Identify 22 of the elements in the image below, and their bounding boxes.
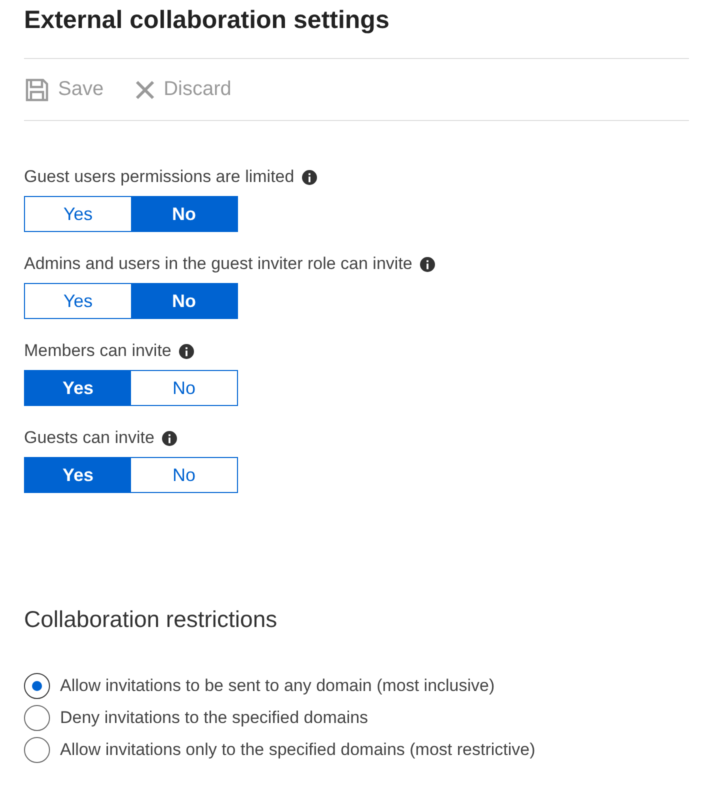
info-icon[interactable] [179, 344, 194, 358]
page-title: External collaboration settings [24, 5, 390, 36]
info-icon[interactable] [162, 430, 178, 446]
toggle-option[interactable]: Yes [25, 458, 131, 492]
radio-label: Allow invitations to be sent to any domain (most inclusive) [60, 676, 495, 696]
radio-button[interactable] [24, 673, 50, 699]
setting-label: Members can invite [24, 341, 172, 361]
save-icon [24, 76, 50, 102]
close-icon [134, 78, 156, 100]
section-heading: Collaboration restrictions [24, 606, 278, 633]
radio-button[interactable] [24, 705, 50, 731]
info-icon[interactable] [420, 256, 436, 272]
toggle-option[interactable]: Yes [25, 371, 131, 405]
radio-button[interactable] [24, 737, 50, 763]
setting-label: Guest users permissions are limited [24, 167, 294, 187]
radio-label: Allow invitations only to the specified domains (most restrictive) [60, 740, 536, 760]
toggle-option[interactable]: No [131, 197, 237, 231]
setting-label: Admins and users in the guest inviter role can invite [24, 254, 412, 274]
radio-label: Deny invitations to the specified domains [60, 708, 368, 728]
toggle-option[interactable]: No [131, 284, 237, 318]
setting-label: Guests can invite [24, 428, 154, 448]
info-icon[interactable] [302, 170, 318, 184]
